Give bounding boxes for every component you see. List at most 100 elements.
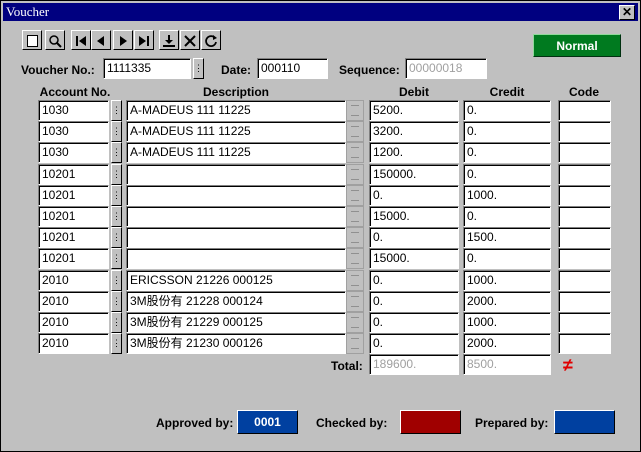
description-dropdown-button[interactable] xyxy=(346,121,364,142)
description-dropdown-button[interactable] xyxy=(346,164,364,185)
code-field[interactable] xyxy=(558,185,611,206)
checked-by-button[interactable] xyxy=(400,410,461,434)
description-field[interactable] xyxy=(126,227,346,248)
code-field[interactable] xyxy=(558,206,611,227)
account-field[interactable]: 1030 xyxy=(38,121,109,142)
code-field[interactable] xyxy=(558,142,611,163)
description-dropdown-button[interactable] xyxy=(346,100,364,121)
credit-field[interactable]: 2000. xyxy=(463,333,551,354)
account-field[interactable]: 2010 xyxy=(38,270,109,291)
approved-by-button[interactable]: 0001 xyxy=(237,410,298,434)
account-field[interactable]: 10201 xyxy=(38,227,109,248)
save-button[interactable] xyxy=(159,30,179,50)
description-dropdown-button[interactable] xyxy=(346,333,364,354)
credit-field[interactable]: 0. xyxy=(463,142,551,163)
credit-field[interactable]: 1000. xyxy=(463,270,551,291)
account-spinner[interactable]: ⋮ xyxy=(111,164,122,185)
debit-field[interactable]: 0. xyxy=(369,270,459,291)
description-field[interactable]: A-MADEUS 111 11225 xyxy=(126,100,346,121)
first-record-button[interactable] xyxy=(71,30,91,50)
debit-field[interactable]: 1200. xyxy=(369,142,459,163)
code-field[interactable] xyxy=(558,333,611,354)
account-spinner[interactable]: ⋮ xyxy=(111,248,122,269)
description-field[interactable]: A-MADEUS 111 11225 xyxy=(126,142,346,163)
close-button[interactable]: ✕ xyxy=(619,5,635,20)
description-dropdown-button[interactable] xyxy=(346,206,364,227)
description-field[interactable] xyxy=(126,248,346,269)
account-field[interactable]: 1030 xyxy=(38,142,109,163)
account-spinner[interactable]: ⋮ xyxy=(111,121,122,142)
credit-field[interactable]: 1500. xyxy=(463,227,551,248)
account-spinner[interactable]: ⋮ xyxy=(111,227,122,248)
credit-field[interactable]: 0. xyxy=(463,206,551,227)
account-field[interactable]: 10201 xyxy=(38,248,109,269)
code-field[interactable] xyxy=(558,100,611,121)
account-spinner[interactable]: ⋮ xyxy=(111,100,122,121)
code-field[interactable] xyxy=(558,270,611,291)
account-field[interactable]: 2010 xyxy=(38,333,109,354)
description-dropdown-button[interactable] xyxy=(346,270,364,291)
account-spinner[interactable]: ⋮ xyxy=(111,291,122,312)
delete-button[interactable] xyxy=(180,30,200,50)
new-record-button[interactable] xyxy=(22,30,42,50)
prev-record-button[interactable] xyxy=(91,30,111,50)
voucher-no-spinner[interactable]: ⋮ xyxy=(193,58,204,79)
debit-field[interactable]: 0. xyxy=(369,312,459,333)
credit-field[interactable]: 0. xyxy=(463,121,551,142)
account-field[interactable]: 2010 xyxy=(38,312,109,333)
description-dropdown-button[interactable] xyxy=(346,248,364,269)
account-spinner[interactable]: ⋮ xyxy=(111,270,122,291)
code-field[interactable] xyxy=(558,121,611,142)
description-dropdown-button[interactable] xyxy=(346,291,364,312)
description-field[interactable]: A-MADEUS 111 11225 xyxy=(126,121,346,142)
description-field[interactable] xyxy=(126,164,346,185)
debit-field[interactable]: 0. xyxy=(369,185,459,206)
account-spinner[interactable]: ⋮ xyxy=(111,142,122,163)
description-field[interactable]: ERICSSON 21226 000125 xyxy=(126,270,346,291)
account-spinner[interactable]: ⋮ xyxy=(111,333,122,354)
last-record-button[interactable] xyxy=(134,30,154,50)
status-normal-button[interactable]: Normal xyxy=(533,34,621,57)
description-dropdown-button[interactable] xyxy=(346,185,364,206)
account-field[interactable]: 10201 xyxy=(38,206,109,227)
code-field[interactable] xyxy=(558,164,611,185)
account-field[interactable]: 10201 xyxy=(38,185,109,206)
code-field[interactable] xyxy=(558,312,611,333)
account-spinner[interactable]: ⋮ xyxy=(111,185,122,206)
next-record-button[interactable] xyxy=(113,30,133,50)
debit-field[interactable]: 0. xyxy=(369,333,459,354)
debit-field[interactable]: 5200. xyxy=(369,100,459,121)
debit-field[interactable]: 3200. xyxy=(369,121,459,142)
code-field[interactable] xyxy=(558,227,611,248)
description-field[interactable]: 3M股份有 21229 000125 xyxy=(126,312,346,333)
description-dropdown-button[interactable] xyxy=(346,312,364,333)
code-field[interactable] xyxy=(558,291,611,312)
account-spinner[interactable]: ⋮ xyxy=(111,312,122,333)
account-spinner[interactable]: ⋮ xyxy=(111,206,122,227)
account-field[interactable]: 2010 xyxy=(38,291,109,312)
credit-field[interactable]: 0. xyxy=(463,100,551,121)
debit-field[interactable]: 150000. xyxy=(369,164,459,185)
description-dropdown-button[interactable] xyxy=(346,227,364,248)
credit-field[interactable]: 1000. xyxy=(463,185,551,206)
account-field[interactable]: 10201 xyxy=(38,164,109,185)
voucher-no-field[interactable]: 1111335 xyxy=(103,58,191,79)
credit-field[interactable]: 0. xyxy=(463,248,551,269)
account-field[interactable]: 1030 xyxy=(38,100,109,121)
description-field[interactable] xyxy=(126,206,346,227)
credit-field[interactable]: 1000. xyxy=(463,312,551,333)
credit-field[interactable]: 2000. xyxy=(463,291,551,312)
description-field[interactable]: 3M股份有 21228 000124 xyxy=(126,291,346,312)
debit-field[interactable]: 0. xyxy=(369,291,459,312)
debit-field[interactable]: 0. xyxy=(369,227,459,248)
refresh-button[interactable] xyxy=(201,30,221,50)
debit-field[interactable]: 15000. xyxy=(369,206,459,227)
description-field[interactable]: 3M股份有 21230 000126 xyxy=(126,333,346,354)
code-field[interactable] xyxy=(558,248,611,269)
prepared-by-button[interactable] xyxy=(554,410,615,434)
description-dropdown-button[interactable] xyxy=(346,142,364,163)
date-field[interactable]: 000110 xyxy=(257,58,328,79)
description-field[interactable] xyxy=(126,185,346,206)
find-button[interactable] xyxy=(45,30,65,50)
debit-field[interactable]: 15000. xyxy=(369,248,459,269)
